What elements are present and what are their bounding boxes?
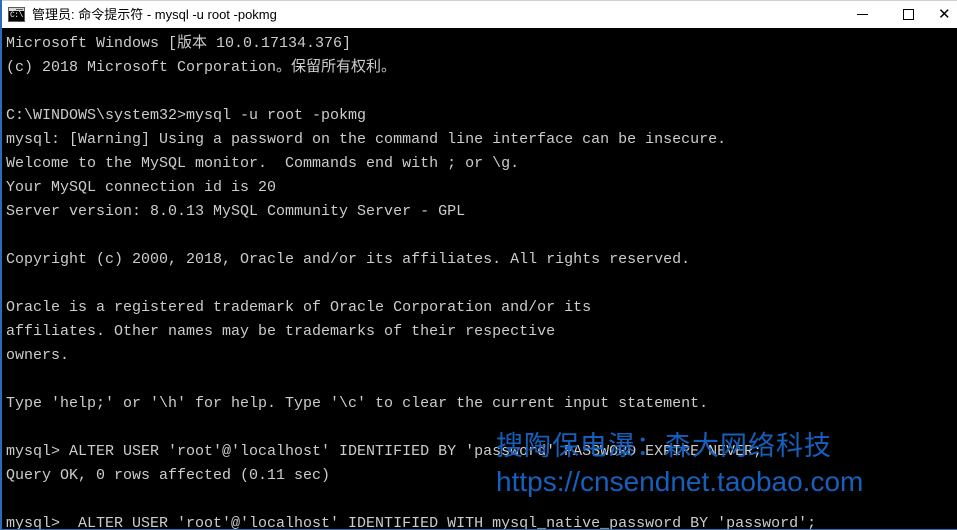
console-output-area[interactable]: Microsoft Windows [版本 10.0.17134.376] (c)… (2, 28, 957, 529)
console-line: owners. (6, 347, 70, 364)
cmd-console-icon: C:\ (8, 7, 25, 22)
maximize-icon (902, 9, 914, 20)
console-line: Welcome to the MySQL monitor. Commands e… (6, 155, 520, 172)
close-button[interactable]: ✕ (931, 0, 957, 29)
maximize-button[interactable] (885, 0, 931, 29)
close-icon: ✕ (938, 5, 951, 23)
titlebar-left-group: C:\ 管理员: 命令提示符 - mysql -u root -pokmg (2, 7, 839, 23)
minimize-icon (856, 14, 868, 15)
window-controls: ✕ (839, 0, 957, 29)
console-line: C:\WINDOWS\system32>mysql -u root -pokmg (6, 107, 367, 124)
cmd-icon-prompt: C:\ (10, 11, 23, 20)
console-line: Your MySQL connection id is 20 (6, 179, 277, 196)
console-line: (c) 2018 Microsoft Corporation。保留所有权利。 (6, 59, 397, 76)
console-line: Copyright (c) 2000, 2018, Oracle and/or … (6, 251, 691, 268)
console-line: mysql: [Warning] Using a password on the… (6, 131, 727, 148)
console-line: Query OK, 0 rows affected (0.11 sec) (6, 467, 331, 484)
console-text: Microsoft Windows [版本 10.0.17134.376] (c)… (6, 32, 957, 529)
console-line: Server version: 8.0.13 MySQL Community S… (6, 203, 466, 220)
window-title: 管理员: 命令提示符 - mysql -u root -pokmg (32, 6, 277, 22)
console-window: C:\ 管理员: 命令提示符 - mysql -u root -pokmg ✕ … (0, 0, 957, 530)
console-line: affiliates. Other names may be trademark… (6, 323, 556, 340)
console-line: mysql> ALTER USER 'root'@'localhost' IDE… (6, 515, 817, 529)
console-line: Type 'help;' or '\h' for help. Type '\c'… (6, 395, 709, 412)
minimize-button[interactable] (839, 0, 885, 29)
console-line: Microsoft Windows [版本 10.0.17134.376] (6, 35, 352, 52)
window-titlebar[interactable]: C:\ 管理员: 命令提示符 - mysql -u root -pokmg ✕ (2, 0, 957, 29)
console-line: Oracle is a registered trademark of Orac… (6, 299, 592, 316)
console-line: mysql> ALTER USER 'root'@'localhost' IDE… (6, 443, 763, 460)
